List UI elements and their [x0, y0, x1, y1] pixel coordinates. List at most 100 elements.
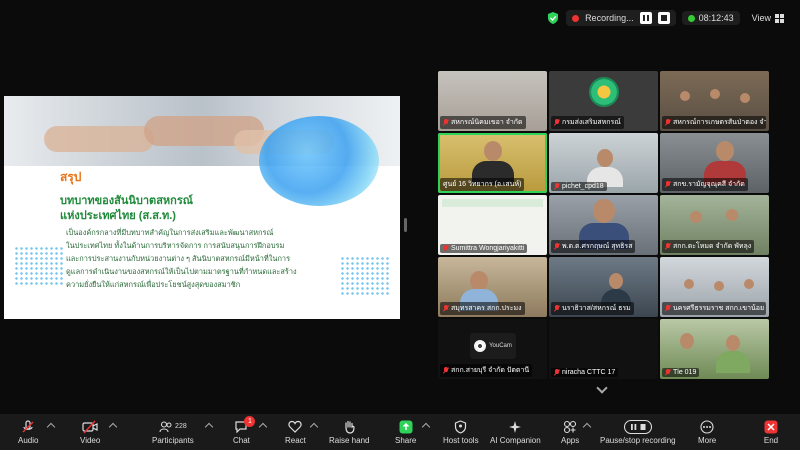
participant-tile[interactable]: พ.ต.ต.ศรกฤษณ์ สุทธิรส [549, 195, 658, 255]
participant-name: กรมส่งเสริมสหกรณ์ [562, 119, 621, 126]
participant-name-tag: Tle 019 [662, 368, 700, 377]
chat-icon: 1 [233, 415, 256, 434]
slide-body-line: ความยั่งยืนให้แก่สหกรณ์เพื่อประโยชน์สูงส… [66, 280, 241, 289]
share-options-caret-icon[interactable] [421, 422, 431, 432]
mic-muted-icon [665, 181, 671, 188]
audio-label: Audio [18, 435, 39, 445]
decorative-dots [14, 246, 64, 286]
mic-muted-icon [665, 119, 671, 126]
video-options-caret-icon[interactable] [108, 422, 118, 432]
apps-options-caret-icon[interactable] [582, 422, 592, 432]
slide-heading: สรุป [60, 170, 82, 184]
mic-muted-icon [665, 369, 671, 376]
mic-muted-icon [554, 119, 560, 126]
raise-hand-button[interactable]: Raise hand [329, 414, 369, 450]
recording-indicator[interactable]: Recording... [566, 10, 676, 26]
participant-gallery: สหกรณ์นิคมเขอา จำกัด กรมส่งเสริมสหกรณ์ ส… [438, 71, 769, 381]
more-icon [699, 419, 715, 434]
participant-tile[interactable]: กรมส่งเสริมสหกรณ์ [549, 71, 658, 131]
participants-button[interactable]: 228 Participants [152, 414, 194, 450]
apps-button[interactable]: Apps [561, 414, 579, 450]
participant-tile[interactable]: YouCam สกก.สายบุรี จำกัด ปัตตานี [438, 319, 547, 379]
end-label: End [763, 435, 779, 445]
view-label: View [751, 13, 771, 23]
apps-icon [562, 420, 578, 434]
participant-name: นครศรีธรรมราช สกก.เขาน้อย [673, 305, 765, 312]
participant-name: Tle 019 [673, 369, 697, 376]
timer-value: 08:12:43 [698, 13, 734, 23]
timer-dot-icon [687, 14, 695, 22]
participant-tile[interactable]: สกข.รามัญจุณุคสี จำกัด [660, 133, 769, 193]
view-button[interactable]: View [746, 11, 790, 25]
react-options-caret-icon[interactable] [309, 422, 319, 432]
mic-muted-icon [443, 367, 449, 374]
participant-name: สกก.ตะโหมด จำกัด พัทลุง [673, 243, 752, 250]
participants-options-caret-icon[interactable] [204, 422, 214, 432]
audio-button[interactable]: Audio [18, 414, 38, 450]
participant-name: สกก.สายบุรี จำกัด ปัตตานี [451, 367, 530, 374]
grid-view-icon [775, 13, 784, 23]
mic-muted-icon [554, 369, 560, 376]
participant-name: Sumittra Wongjariyakitti [451, 245, 525, 252]
youcam-label: YouCam [489, 343, 512, 349]
participant-tile[interactable]: Sumittra Wongjariyakitti [438, 195, 547, 255]
pause-stop-recording-icon [623, 419, 653, 434]
participants-label: Participants [152, 435, 194, 445]
more-button[interactable]: More [698, 414, 716, 450]
decorative-blob [259, 116, 379, 206]
mic-muted-icon [554, 305, 560, 312]
participant-name-tag: พ.ต.ต.ศรกฤษณ์ สุทธิรส [551, 240, 636, 253]
participant-name-tag: สหกรณ์การเกษตรสันป่าตอง จำก [662, 116, 766, 129]
sparkle-icon [507, 420, 523, 434]
mic-muted-icon [554, 183, 560, 190]
chat-button[interactable]: 1 Chat [233, 414, 256, 450]
meeting-timer: 08:12:43 [681, 11, 740, 25]
host-tools-button[interactable]: Host tools [443, 414, 479, 450]
end-meeting-button[interactable]: End [763, 414, 779, 450]
participant-tile[interactable]: สกก.ตะโหมด จำกัด พัทลุง [660, 195, 769, 255]
organization-logo [589, 77, 619, 107]
chat-options-caret-icon[interactable] [258, 422, 268, 432]
participant-name-tag: niracha CTTC 17 [551, 368, 619, 377]
participant-tile[interactable]: สหกรณ์การเกษตรสันป่าตอง จำก [660, 71, 769, 131]
participant-name-tag: สหกรณ์นิคมเขอา จำกัด [440, 116, 526, 129]
mic-muted-icon [443, 245, 449, 252]
host-tools-label: Host tools [443, 435, 479, 445]
raise-hand-icon [341, 420, 357, 434]
pause-recording-icon[interactable] [639, 12, 652, 24]
youcam-logo-icon [474, 340, 487, 352]
split-view-resize-handle[interactable] [404, 218, 407, 232]
share-button[interactable]: Share [395, 414, 416, 450]
security-shield-icon[interactable] [546, 11, 560, 25]
gallery-scroll-down-icon[interactable] [596, 382, 608, 394]
react-button[interactable]: React [285, 414, 306, 450]
slide-subtitle-line2: แห่งประเทศไทย (ส.ส.ท.) [60, 210, 176, 222]
participant-name: พ.ต.ต.ศรกฤษณ์ สุทธิรส [562, 243, 633, 250]
participant-tile[interactable]: สหกรณ์นิคมเขอา จำกัด [438, 71, 547, 131]
react-label: React [285, 435, 306, 445]
participant-tile[interactable]: pichet_cpd18 [549, 133, 658, 193]
participant-name-tag: Sumittra Wongjariyakitti [440, 244, 528, 253]
ai-companion-button[interactable]: AI Companion [490, 414, 541, 450]
participant-tile[interactable]: Tle 019 [660, 319, 769, 379]
participant-tile-active-speaker[interactable]: ศูนย์ 16 วิทยากร (อ.เสนห์) [438, 133, 547, 193]
share-label: Share [395, 435, 417, 445]
pause-stop-recording-button[interactable]: Pause/stop recording [600, 414, 676, 450]
participants-count: 228 [175, 423, 187, 430]
screen-header-bar [442, 199, 543, 207]
slide-body-line: ในประเทศไทย ทั้งในด้านการบริหารจัดการ กา… [66, 241, 285, 250]
participant-name-tag: pichet_cpd18 [551, 182, 607, 191]
participant-tile[interactable]: สมุทรสาคร สกก.ประมง [438, 257, 547, 317]
participant-tile[interactable]: นราธิวาส/สหกรณ์ ธรม [549, 257, 658, 317]
heart-icon [287, 420, 303, 434]
participant-name-tag: สกข.รามัญจุณุคสี จำกัด [662, 178, 748, 191]
video-label: Video [80, 435, 101, 445]
participant-tile[interactable]: นครศรีธรรมราช สกก.เขาน้อย [660, 257, 769, 317]
raise-hand-label: Raise hand [329, 435, 370, 445]
participant-tile[interactable]: niracha CTTC 17 [549, 319, 658, 379]
audio-options-caret-icon[interactable] [46, 422, 56, 432]
end-call-icon [763, 420, 779, 434]
stop-recording-icon[interactable] [657, 12, 670, 24]
video-button[interactable]: Video [80, 414, 100, 450]
participants-icon: 228 [153, 420, 193, 434]
